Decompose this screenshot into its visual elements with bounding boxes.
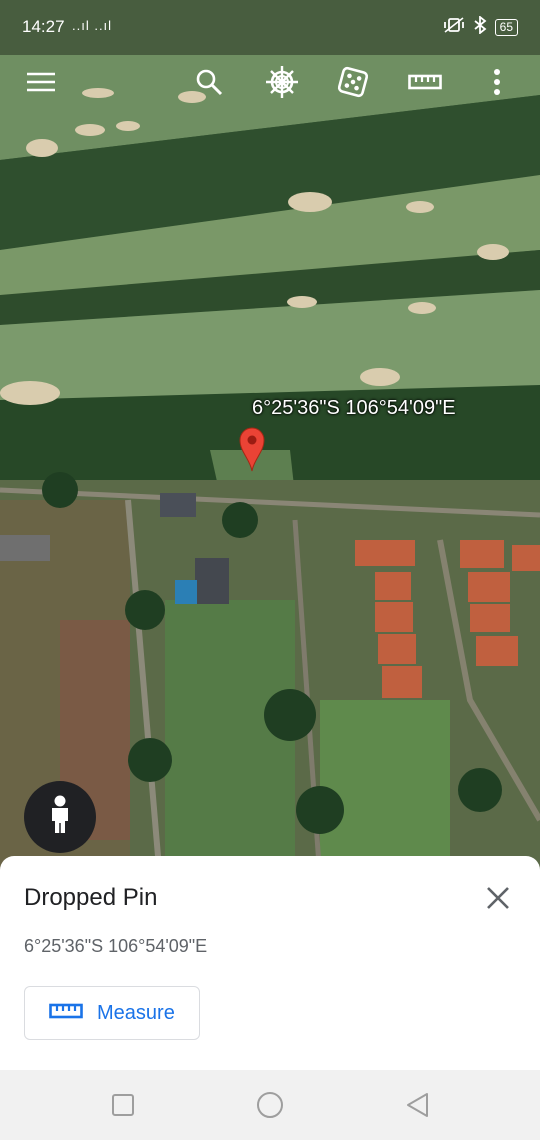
battery-icon: 65 [494, 18, 518, 36]
signal-icon: ..ıl ..ıl [72, 18, 113, 33]
pegman-button[interactable] [24, 781, 96, 853]
map-pin-icon[interactable] [238, 426, 266, 477]
pegman-icon [48, 795, 72, 840]
status-bar: 14:27 ..ıl ..ıl 65 [0, 0, 540, 52]
ruler-icon[interactable] [405, 62, 445, 102]
home-circle-icon[interactable] [255, 1090, 285, 1120]
recents-square-icon[interactable] [108, 1090, 138, 1120]
satellite-map[interactable] [0, 0, 540, 880]
vibrate-icon [443, 17, 465, 37]
sheet-title: Dropped Pin [24, 884, 158, 911]
ruler-icon [49, 1001, 83, 1026]
place-bottom-sheet: Dropped Pin 6°25'36"S 106°54'09"E Measur… [0, 856, 540, 1070]
top-toolbar [0, 56, 540, 108]
measure-button[interactable]: Measure [24, 986, 200, 1040]
menu-icon[interactable] [21, 62, 61, 102]
dice-icon[interactable] [333, 62, 373, 102]
bluetooth-icon [473, 15, 487, 38]
system-nav-bar [0, 1070, 540, 1140]
measure-label: Measure [97, 1001, 175, 1024]
more-vert-icon[interactable] [477, 62, 517, 102]
pin-coordinates-label: 6°25'36"S 106°54'09"E [252, 397, 456, 419]
close-icon[interactable] [484, 884, 512, 912]
back-triangle-icon[interactable] [402, 1090, 432, 1120]
sheet-coordinates: 6°25'36"S 106°54'09"E [24, 936, 208, 956]
status-time: 14:27 [22, 17, 65, 36]
voyager-wheel-icon[interactable] [262, 62, 302, 102]
search-icon[interactable] [189, 62, 229, 102]
